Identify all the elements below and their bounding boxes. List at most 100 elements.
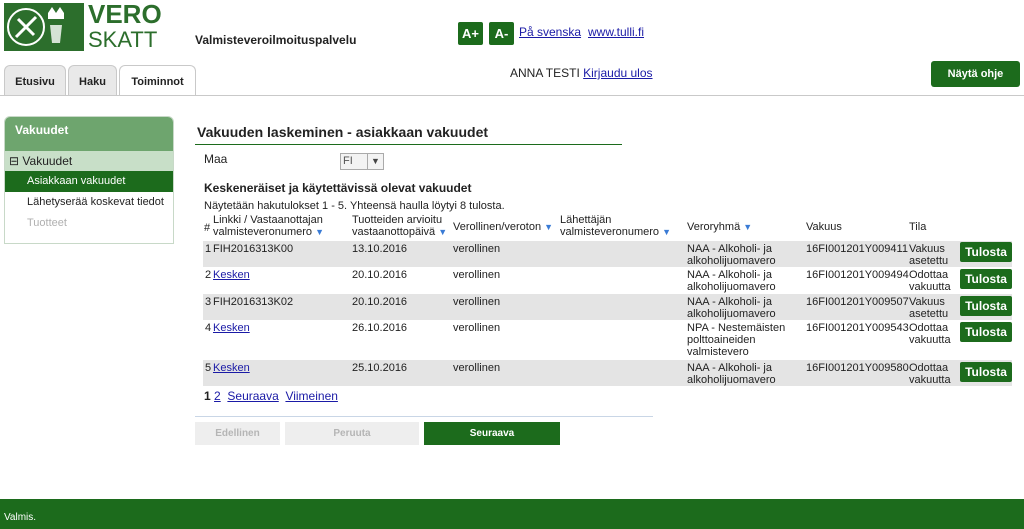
last-page-link[interactable]: Viimeinen [285,389,337,403]
tab-haku[interactable]: Haku [68,65,117,95]
row-date: 25.10.2016 [352,362,408,374]
print-button[interactable]: Tulosta [960,362,1012,382]
row-link-kesken[interactable]: Kesken [213,322,250,334]
row-tax: verollinen [453,243,501,255]
row-guarantee: 16FI001201Y009507 [806,296,909,308]
row-date: 13.10.2016 [352,243,408,255]
user-info: ANNA TESTI Kirjaudu ulos [510,66,653,80]
status-bar: Valmis. [0,499,1024,529]
row-date: 20.10.2016 [352,296,408,308]
next-button[interactable]: Seuraava [424,422,560,445]
row-group: NAA - Alkoholi- ja alkoholijuomavero [687,296,776,320]
tulli-site-link[interactable]: www.tulli.fi [588,25,644,39]
col-header-date-line1: Tuotteiden arvioitu [352,214,443,226]
row-number: 1 [205,243,212,255]
row-tax: verollinen [453,269,501,281]
col-header-link[interactable]: Linkki / Vastaanottajan valmisteveronume… [213,214,324,238]
sort-icon[interactable]: ▼ [438,227,447,237]
row-link-text: FIH2016313K00 [213,243,294,255]
row-guarantee: 16FI001201Y009580 [806,362,909,374]
sort-icon[interactable]: ▼ [743,222,752,232]
print-button[interactable]: Tulosta [960,269,1012,289]
print-button[interactable]: Tulosta [960,296,1012,316]
row-date: 20.10.2016 [352,269,408,281]
row-number: 5 [205,362,212,374]
print-button[interactable]: Tulosta [960,322,1012,342]
tab-bar-divider [0,95,1024,96]
row-number: 3 [205,296,212,308]
chevron-down-icon[interactable]: ▼ [367,154,383,169]
col-header-status: Tila [909,221,927,233]
logout-link[interactable]: Kirjaudu ulos [583,66,652,80]
cancel-button: Peruuta [285,422,419,445]
sort-icon[interactable]: ▼ [315,227,324,237]
logo-text-vero: VERO [88,0,162,29]
previous-button: Edellinen [195,422,280,445]
page-title: Vakuuden laskeminen - asiakkaan vakuudet [197,124,489,140]
status-text: Valmis. [4,512,37,523]
next-page-link[interactable]: Seuraava [227,389,278,403]
row-tax: verollinen [453,322,501,334]
col-header-tax[interactable]: Verollinen/veroton ▼ [453,221,553,233]
row-status: Odottaa vakuutta [909,362,951,386]
row-group: NAA - Alkoholi- ja alkoholijuomavero [687,243,776,267]
col-header-group[interactable]: Veroryhmä ▼ [687,221,752,233]
vero-skatt-logo: VERO SKATT [4,1,162,52]
logo-text-skatt: SKATT [88,27,158,52]
row-date: 26.10.2016 [352,322,408,334]
sidebar-group-vakuudet[interactable]: ⊟ Vakuudet [5,151,173,171]
country-select[interactable]: FI ▼ [340,153,384,170]
swedish-language-link[interactable]: På svenska [519,25,581,39]
title-underline [195,144,622,145]
row-group: NAA - Alkoholi- ja alkoholijuomavero [687,269,776,293]
page-current: 1 [204,389,211,403]
font-increase-button[interactable]: A+ [458,22,483,45]
col-header-date[interactable]: Tuotteiden arvioitu vastaanottopäivä ▼ [352,214,447,238]
show-help-button[interactable]: Näytä ohje [931,61,1020,87]
row-status: Vakuus asetettu [909,296,949,320]
sidebar-item-tuotteet: Tuotteet [27,217,67,229]
sort-icon[interactable]: ▼ [662,227,671,237]
col-header-group-label: Veroryhmä [687,221,741,233]
row-guarantee: 16FI001201Y009411 [806,243,908,255]
font-decrease-button[interactable]: A- [489,22,514,45]
country-select-value: FI [343,155,353,167]
pagination: 1 2 Seuraava Viimeinen [204,389,338,403]
col-header-link-line1: Linkki / Vastaanottajan [213,214,323,226]
row-number: 2 [205,269,212,281]
row-link-kesken[interactable]: Kesken [213,269,250,281]
row-tax: verollinen [453,296,501,308]
section-title: Keskeneräiset ja käytettävissä olevat va… [204,181,472,195]
tab-etusivu[interactable]: Etusivu [4,65,66,95]
tab-toiminnot[interactable]: Toiminnot [119,65,196,96]
col-header-date-line2: vastaanottopäivä [352,226,436,238]
sidebar-item-lahetyseraa[interactable]: Lähetyserää koskevat tiedot [5,192,173,213]
page-2-link[interactable]: 2 [214,389,221,403]
col-header-num: # [204,222,211,234]
col-header-sender[interactable]: Lähettäjän valmisteveronumero ▼ [560,214,671,238]
row-guarantee: 16FI001201Y009494 [806,269,909,281]
sort-icon[interactable]: ▼ [544,222,553,232]
col-header-link-line2: valmisteveronumero [213,226,313,238]
collapse-icon[interactable]: ⊟ [9,154,19,168]
row-link-kesken[interactable]: Kesken [213,362,250,374]
col-header-tax-label: Verollinen/veroton [453,221,542,233]
row-status: Odottaa vakuutta [909,322,951,346]
row-group: NPA - Nestemäisten polttoaineiden valmiste… [687,322,786,358]
sidebar-title: Vakuudet [5,117,173,151]
col-header-sender-line1: Lähettäjän [560,214,612,226]
row-number: 4 [205,322,212,334]
row-guarantee: 16FI001201Y009543 [806,322,909,334]
sidebar-item-asiakkaan-vakuudet[interactable]: Asiakkaan vakuudet [5,171,173,192]
col-header-sender-line2: valmisteveronumero [560,226,660,238]
service-name: Valmisteveroilmoituspalvelu [195,33,357,47]
print-button[interactable]: Tulosta [960,242,1012,262]
row-tax: verollinen [453,362,501,374]
sidebar: Vakuudet ⊟ Vakuudet Asiakkaan vakuudet L… [4,116,174,244]
row-status: Vakuus asetettu [909,243,949,267]
user-name: ANNA TESTI [510,66,580,80]
results-info: Näytetään hakutulokset 1 - 5. Yhteensä h… [204,200,505,212]
country-label: Maa [204,152,228,166]
sidebar-group-label: Vakuudet [22,154,73,168]
row-status: Odottaa vakuutta [909,269,951,293]
